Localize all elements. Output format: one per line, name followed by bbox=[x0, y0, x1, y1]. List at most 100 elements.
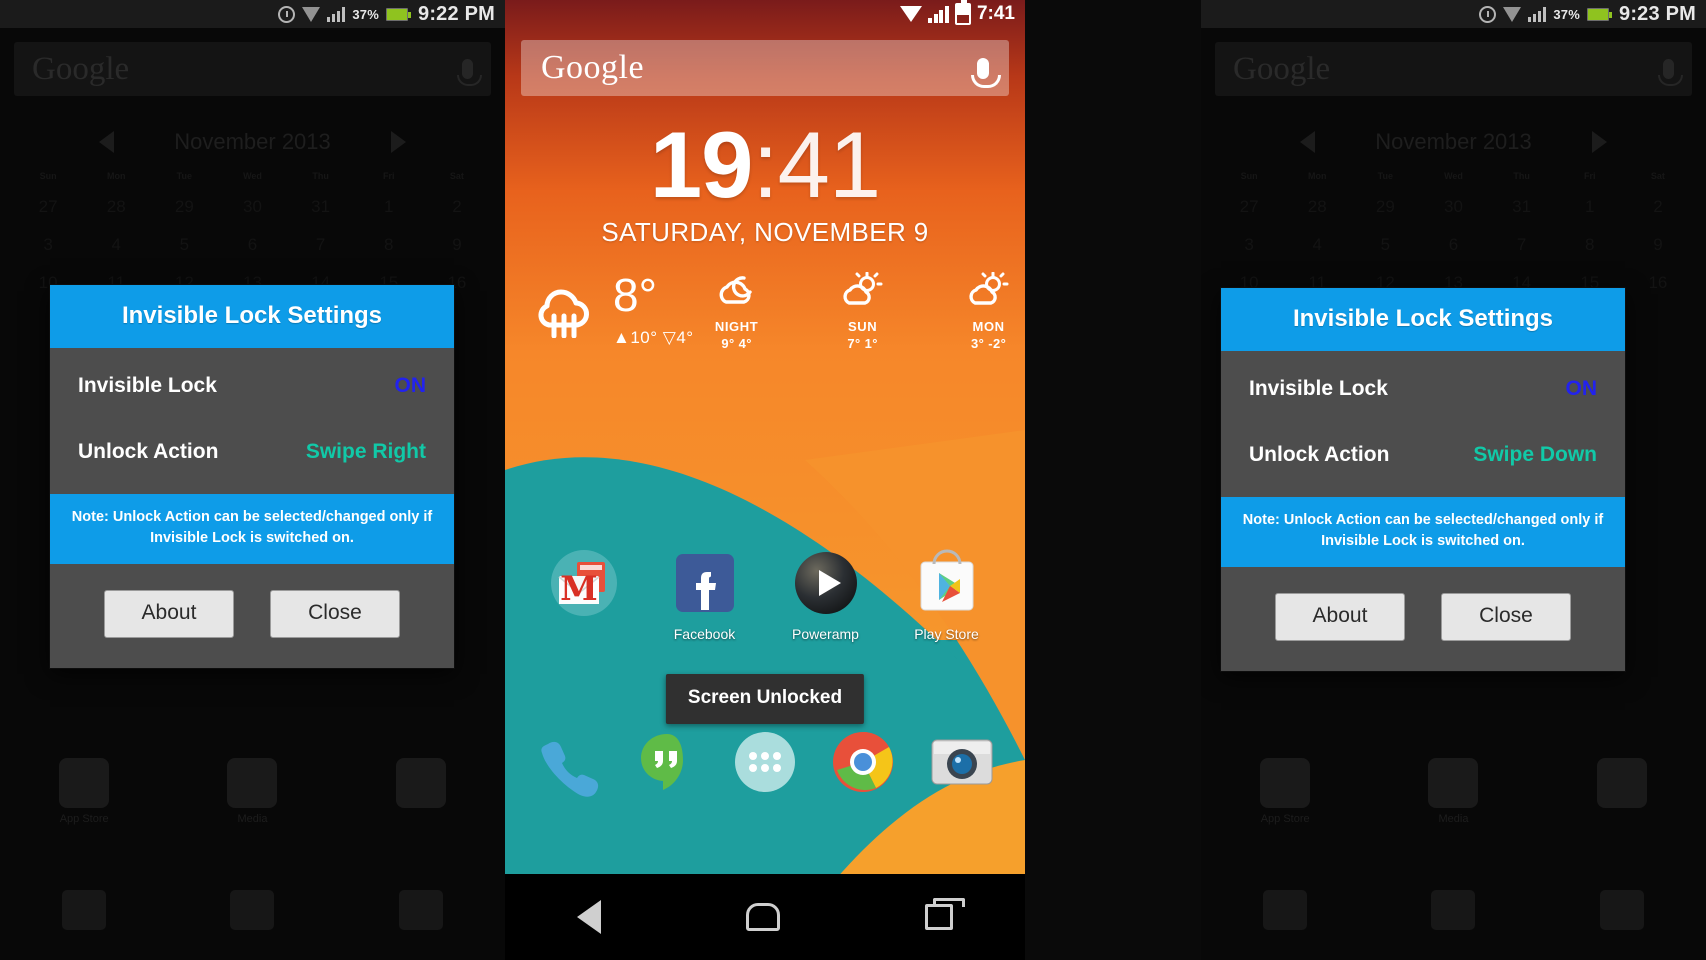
calendar-day[interactable]: 9 bbox=[423, 226, 491, 264]
microphone-icon[interactable] bbox=[457, 59, 482, 86]
calendar-day[interactable]: 27 bbox=[14, 188, 82, 226]
app-label: Play Store bbox=[914, 626, 979, 642]
calendar-day[interactable]: 28 bbox=[82, 188, 150, 226]
prev-month-icon[interactable] bbox=[1300, 131, 1316, 153]
close-button[interactable]: Close bbox=[1441, 593, 1571, 642]
volume-icon[interactable] bbox=[1263, 890, 1308, 930]
calendar-day[interactable]: 2 bbox=[1624, 188, 1692, 226]
setting-value[interactable]: ON bbox=[1566, 377, 1598, 401]
setting-value[interactable]: Swipe Right bbox=[306, 440, 426, 464]
app-drawer-icon[interactable] bbox=[729, 726, 801, 798]
calendar-day[interactable]: 8 bbox=[355, 226, 423, 264]
calendar-day[interactable]: 31 bbox=[287, 188, 355, 226]
forecast-item: SUN 7° 1° bbox=[820, 271, 906, 351]
setting-label: Unlock Action bbox=[1249, 443, 1390, 466]
calendar-day[interactable]: 30 bbox=[1419, 188, 1487, 226]
dock-app[interactable] bbox=[1574, 758, 1670, 825]
calendar-day[interactable]: 6 bbox=[1419, 226, 1487, 264]
calendar-day[interactable]: 28 bbox=[1283, 188, 1351, 226]
home-dock: App Store Media bbox=[0, 758, 505, 825]
weekday: Wed bbox=[243, 171, 262, 181]
calendar-day[interactable]: 30 bbox=[218, 188, 286, 226]
home-icon[interactable] bbox=[745, 903, 780, 931]
volume-icon[interactable] bbox=[62, 890, 107, 930]
recents-icon[interactable] bbox=[924, 898, 965, 930]
app-label: App Store bbox=[1260, 813, 1310, 825]
recents-icon[interactable] bbox=[1599, 890, 1644, 930]
calendar-day[interactable]: 4 bbox=[82, 226, 150, 264]
calendar-day[interactable]: 4 bbox=[1283, 226, 1351, 264]
dock-app[interactable] bbox=[373, 758, 469, 825]
dock-app[interactable]: App Store bbox=[1237, 758, 1333, 825]
calendar-day[interactable]: 31 bbox=[1488, 188, 1556, 226]
calendar-day[interactable]: 27 bbox=[1215, 188, 1283, 226]
calendar-day[interactable]: 5 bbox=[1351, 226, 1419, 264]
weekday: Thu bbox=[1513, 171, 1530, 181]
weather-current: 8° ▲10° ▽4° bbox=[527, 272, 694, 348]
weekday: Fri bbox=[383, 171, 395, 181]
calendar-day[interactable]: 3 bbox=[14, 226, 82, 264]
calendar-day[interactable]: 7 bbox=[287, 226, 355, 264]
prev-month-icon[interactable] bbox=[99, 131, 115, 153]
android-nav-bar bbox=[505, 874, 1025, 960]
calendar-grid: Sun Mon Tue Wed Thu Fri Sat 27 28 29 30 … bbox=[1215, 164, 1692, 302]
setting-value[interactable]: ON bbox=[395, 374, 427, 398]
calendar-day[interactable]: 8 bbox=[1556, 226, 1624, 264]
hangouts-icon[interactable] bbox=[631, 726, 703, 798]
about-button[interactable]: About bbox=[104, 590, 234, 639]
forecast-item: NIGHT 9° 4° bbox=[694, 272, 780, 351]
microphone-icon[interactable] bbox=[971, 57, 1001, 88]
about-button[interactable]: About bbox=[1275, 593, 1405, 642]
signal-bars-icon bbox=[928, 5, 949, 23]
app-icon bbox=[1596, 758, 1647, 808]
app-shortcut-play-store[interactable]: Play Store bbox=[897, 548, 997, 642]
calendar-day[interactable]: 2 bbox=[423, 188, 491, 226]
setting-row-invisible-lock[interactable]: Invisible Lock ON bbox=[1221, 357, 1625, 423]
calendar-day[interactable]: 6 bbox=[218, 226, 286, 264]
calendar-day[interactable]: 1 bbox=[1556, 188, 1624, 226]
app-icon bbox=[59, 758, 110, 808]
dialog-buttons: About Close bbox=[1221, 567, 1625, 671]
weekday: Mon bbox=[106, 171, 126, 181]
high-low-temperature: ▲10° ▽4° bbox=[613, 328, 694, 347]
dock-app[interactable]: Media bbox=[1405, 758, 1501, 825]
home-app-row: M Facebook Poweramp Play Store bbox=[505, 548, 1025, 642]
microphone-icon[interactable] bbox=[1658, 59, 1683, 86]
chrome-icon[interactable] bbox=[827, 726, 899, 798]
clock-widget[interactable]: 19:41 SATURDAY, NOVEMBER 9 bbox=[505, 118, 1025, 248]
battery-icon bbox=[386, 7, 411, 21]
setting-row-unlock-action[interactable]: Unlock Action Swipe Right bbox=[50, 420, 454, 486]
google-search-bar[interactable]: Google bbox=[521, 40, 1009, 96]
google-search-bar[interactable]: Google bbox=[1215, 42, 1692, 96]
next-month-icon[interactable] bbox=[390, 131, 406, 153]
recents-icon[interactable] bbox=[398, 890, 443, 930]
calendar-day[interactable]: 5 bbox=[150, 226, 218, 264]
home-icon[interactable] bbox=[230, 890, 275, 930]
google-search-bar[interactable]: Google bbox=[14, 42, 491, 96]
setting-value[interactable]: Swipe Down bbox=[1473, 443, 1597, 467]
calendar-day[interactable]: 7 bbox=[1488, 226, 1556, 264]
app-shortcut-facebook[interactable]: Facebook bbox=[655, 548, 755, 642]
right-status-bar: 37% 9:23 PM bbox=[1201, 0, 1706, 28]
app-shortcut-poweramp[interactable]: Poweramp bbox=[776, 548, 876, 642]
cloudy-night-icon bbox=[719, 276, 752, 304]
back-icon[interactable] bbox=[577, 900, 602, 934]
calendar-day[interactable]: 1 bbox=[355, 188, 423, 226]
phone-icon[interactable] bbox=[532, 726, 604, 798]
right-phone-panel: 37% 9:23 PM Google November 2013 Sun Mon bbox=[1201, 0, 1706, 960]
dock-app[interactable]: App Store bbox=[36, 758, 132, 825]
weather-widget[interactable]: 8° ▲10° ▽4° NIGHT 9° 4° SUN 7° 1° MON 3°… bbox=[505, 271, 1025, 351]
calendar-day[interactable]: 29 bbox=[1351, 188, 1419, 226]
calendar-day[interactable]: 16 bbox=[1624, 264, 1692, 302]
setting-row-invisible-lock[interactable]: Invisible Lock ON bbox=[50, 354, 454, 420]
calendar-day[interactable]: 29 bbox=[150, 188, 218, 226]
home-icon[interactable] bbox=[1431, 890, 1476, 930]
app-shortcut-gmail[interactable]: M bbox=[534, 548, 634, 642]
setting-row-unlock-action[interactable]: Unlock Action Swipe Down bbox=[1221, 423, 1625, 489]
calendar-day[interactable]: 3 bbox=[1215, 226, 1283, 264]
close-button[interactable]: Close bbox=[270, 590, 400, 639]
dock-app[interactable]: Media bbox=[204, 758, 300, 825]
camera-icon[interactable] bbox=[926, 726, 998, 798]
calendar-day[interactable]: 9 bbox=[1624, 226, 1692, 264]
next-month-icon[interactable] bbox=[1591, 131, 1607, 153]
